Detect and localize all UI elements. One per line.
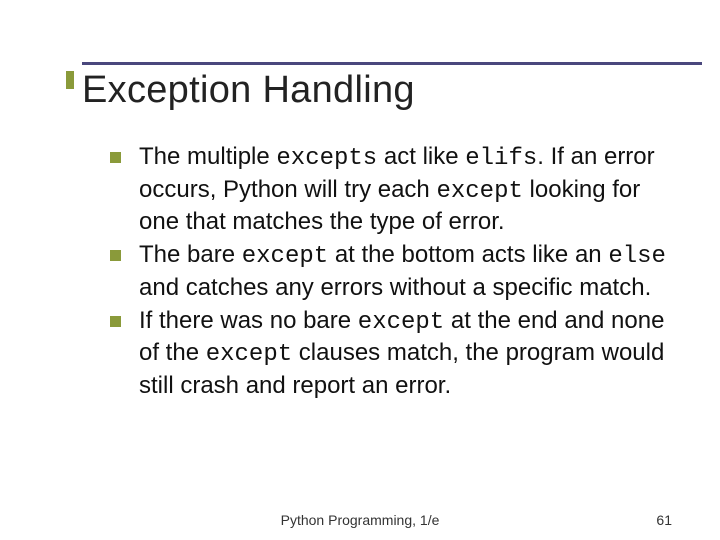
bullet-icon — [110, 316, 121, 327]
title-accent — [66, 71, 74, 89]
bullet-icon — [110, 250, 121, 261]
footer-source: Python Programming, 1/e — [281, 512, 440, 528]
title-area: Exception Handling — [0, 0, 720, 112]
slide-title: Exception Handling — [82, 69, 720, 112]
bullet-text-1: The multiple excepts act like elifs. If … — [139, 142, 684, 238]
bullet-text-2: The bare except at the bottom acts like … — [139, 240, 684, 303]
list-item: If there was no bare except at the end a… — [110, 306, 684, 402]
slide-body: The multiple excepts act like elifs. If … — [0, 112, 720, 402]
list-item: The multiple excepts act like elifs. If … — [110, 142, 684, 238]
list-item: The bare except at the bottom acts like … — [110, 240, 684, 303]
bullet-icon — [110, 152, 121, 163]
slide: Exception Handling The multiple excepts … — [0, 0, 720, 540]
footer-page-number: 61 — [656, 512, 672, 528]
title-rule — [82, 62, 702, 65]
bullet-text-3: If there was no bare except at the end a… — [139, 306, 684, 402]
